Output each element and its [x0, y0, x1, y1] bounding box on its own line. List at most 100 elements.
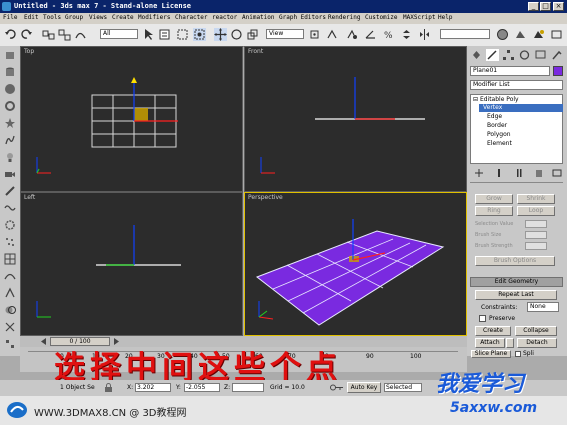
minimize-button[interactable]: _: [528, 2, 539, 11]
material-editor-icon[interactable]: [496, 28, 509, 41]
mirror-icon[interactable]: [418, 28, 431, 41]
patch-grid-icon[interactable]: [4, 253, 16, 265]
angle-snap-icon[interactable]: [364, 28, 377, 41]
quick-render-icon[interactable]: [532, 28, 545, 41]
region-select-icon[interactable]: [176, 28, 189, 41]
stack-item-border[interactable]: Border: [487, 122, 507, 129]
stack-item-edge[interactable]: Edge: [487, 113, 502, 120]
lights-icon[interactable]: [4, 151, 16, 163]
stack-item-element[interactable]: Element: [487, 140, 512, 147]
edit-geometry-rollout-header[interactable]: Edit Geometry: [470, 277, 563, 287]
show-end-result-icon[interactable]: [493, 168, 505, 178]
ring-button[interactable]: Ring: [475, 206, 513, 216]
scatter-icon[interactable]: [4, 338, 16, 350]
render-type-icon[interactable]: [550, 28, 563, 41]
split-checkbox[interactable]: [515, 351, 521, 357]
close-button[interactable]: ×: [553, 2, 564, 11]
cylinder-icon[interactable]: [4, 66, 16, 78]
x-coordinate-field[interactable]: 3.202: [135, 383, 171, 392]
detach-button[interactable]: Detach: [517, 338, 557, 348]
cameras-icon[interactable]: [4, 168, 16, 180]
box-icon[interactable]: [4, 49, 16, 61]
space-warps-icon[interactable]: [4, 202, 16, 214]
create-tab-icon[interactable]: [470, 49, 483, 61]
viewport-left[interactable]: Left: [20, 192, 243, 336]
create-button[interactable]: Create: [475, 326, 511, 336]
helpers-icon[interactable]: [4, 185, 16, 197]
select-rotate-icon[interactable]: [230, 28, 243, 41]
percent-snap-icon[interactable]: %: [382, 28, 395, 41]
viewport-top[interactable]: Top: [20, 46, 243, 192]
z-coordinate-field[interactable]: [232, 383, 264, 392]
stack-item-editable-poly[interactable]: ⊟ Editable Poly: [473, 96, 519, 103]
boolean-icon[interactable]: [4, 304, 16, 316]
configure-modifier-sets-icon[interactable]: [551, 168, 563, 178]
menu-character[interactable]: Character: [175, 14, 208, 21]
brush-size-spinner[interactable]: [525, 231, 547, 239]
attach-list-button[interactable]: [506, 338, 514, 348]
pin-stack-icon[interactable]: [473, 168, 485, 178]
systems-icon[interactable]: [4, 219, 16, 231]
auto-key-button[interactable]: Auto Key: [347, 382, 381, 393]
menu-animation[interactable]: Animation: [242, 14, 275, 21]
dynamics-icon[interactable]: [4, 287, 16, 299]
object-color-swatch[interactable]: [553, 66, 563, 76]
preserve-uvs-checkbox[interactable]: [479, 315, 486, 322]
named-selection-sets-dropdown[interactable]: [440, 29, 490, 39]
star-icon[interactable]: [4, 117, 16, 129]
object-name-field[interactable]: Plane01: [470, 66, 550, 76]
display-tab-icon[interactable]: [534, 49, 547, 61]
remove-modifier-icon[interactable]: [533, 168, 545, 178]
viewport-perspective[interactable]: Perspective: [244, 192, 467, 336]
menu-create[interactable]: Create: [112, 14, 134, 21]
nurbs-icon[interactable]: [4, 270, 16, 282]
pivot-center-icon[interactable]: [308, 28, 321, 41]
menu-customize[interactable]: Customize: [365, 14, 398, 21]
selection-filter-dropdown[interactable]: All: [100, 29, 138, 39]
select-by-name-icon[interactable]: [158, 28, 171, 41]
select-scale-icon[interactable]: [246, 28, 259, 41]
constraints-dropdown[interactable]: None: [527, 302, 559, 312]
menu-views[interactable]: Views: [89, 14, 107, 21]
maximize-button[interactable]: □: [540, 2, 551, 11]
unlink-icon[interactable]: [58, 28, 71, 41]
menu-maxscript[interactable]: MAXScript: [403, 14, 436, 21]
attach-button[interactable]: Attach: [475, 338, 505, 348]
select-manipulate-icon[interactable]: [326, 28, 339, 41]
stack-item-vertex[interactable]: Vertex: [479, 104, 563, 112]
collapse-button[interactable]: Collapse: [515, 326, 557, 336]
select-move-icon[interactable]: [214, 28, 227, 41]
brush-strength-spinner[interactable]: [525, 242, 547, 250]
loft-icon[interactable]: [4, 321, 16, 333]
redo-icon[interactable]: [20, 28, 33, 41]
menu-reactor[interactable]: reactor: [212, 14, 237, 21]
repeat-last-button[interactable]: Repeat Last: [475, 290, 557, 300]
slice-plane-button[interactable]: Slice Plane: [471, 350, 511, 358]
menu-file[interactable]: File: [3, 14, 17, 21]
reference-coordinate-dropdown[interactable]: View: [266, 29, 304, 39]
time-slider-prev-icon[interactable]: [40, 338, 48, 345]
particles-icon[interactable]: [4, 236, 16, 248]
menu-group[interactable]: Group: [65, 14, 83, 21]
y-coordinate-field[interactable]: -2.055: [184, 383, 220, 392]
shapes-icon[interactable]: [4, 134, 16, 146]
spinner-snap-icon[interactable]: [400, 28, 413, 41]
key-icon[interactable]: [330, 383, 344, 392]
menu-edit[interactable]: Edit: [24, 14, 38, 21]
key-filter-dropdown[interactable]: Selected: [384, 383, 422, 392]
motion-tab-icon[interactable]: [518, 49, 531, 61]
shrink-button[interactable]: Shrink: [517, 194, 555, 204]
window-crossing-icon[interactable]: [193, 28, 206, 41]
torus-icon[interactable]: [4, 100, 16, 112]
undo-icon[interactable]: [4, 28, 17, 41]
grow-button[interactable]: Grow: [475, 194, 513, 204]
hierarchy-tab-icon[interactable]: [502, 49, 515, 61]
selection-value-spinner[interactable]: [525, 220, 547, 228]
menu-graph-editors[interactable]: Graph Editors: [279, 14, 326, 21]
loop-button[interactable]: Loop: [517, 206, 555, 216]
utilities-tab-icon[interactable]: [550, 49, 563, 61]
make-unique-icon[interactable]: [513, 168, 525, 178]
select-object-icon[interactable]: [142, 28, 155, 41]
modifier-list-dropdown[interactable]: Modifier List: [470, 80, 563, 90]
modify-tab-icon[interactable]: [486, 49, 499, 61]
